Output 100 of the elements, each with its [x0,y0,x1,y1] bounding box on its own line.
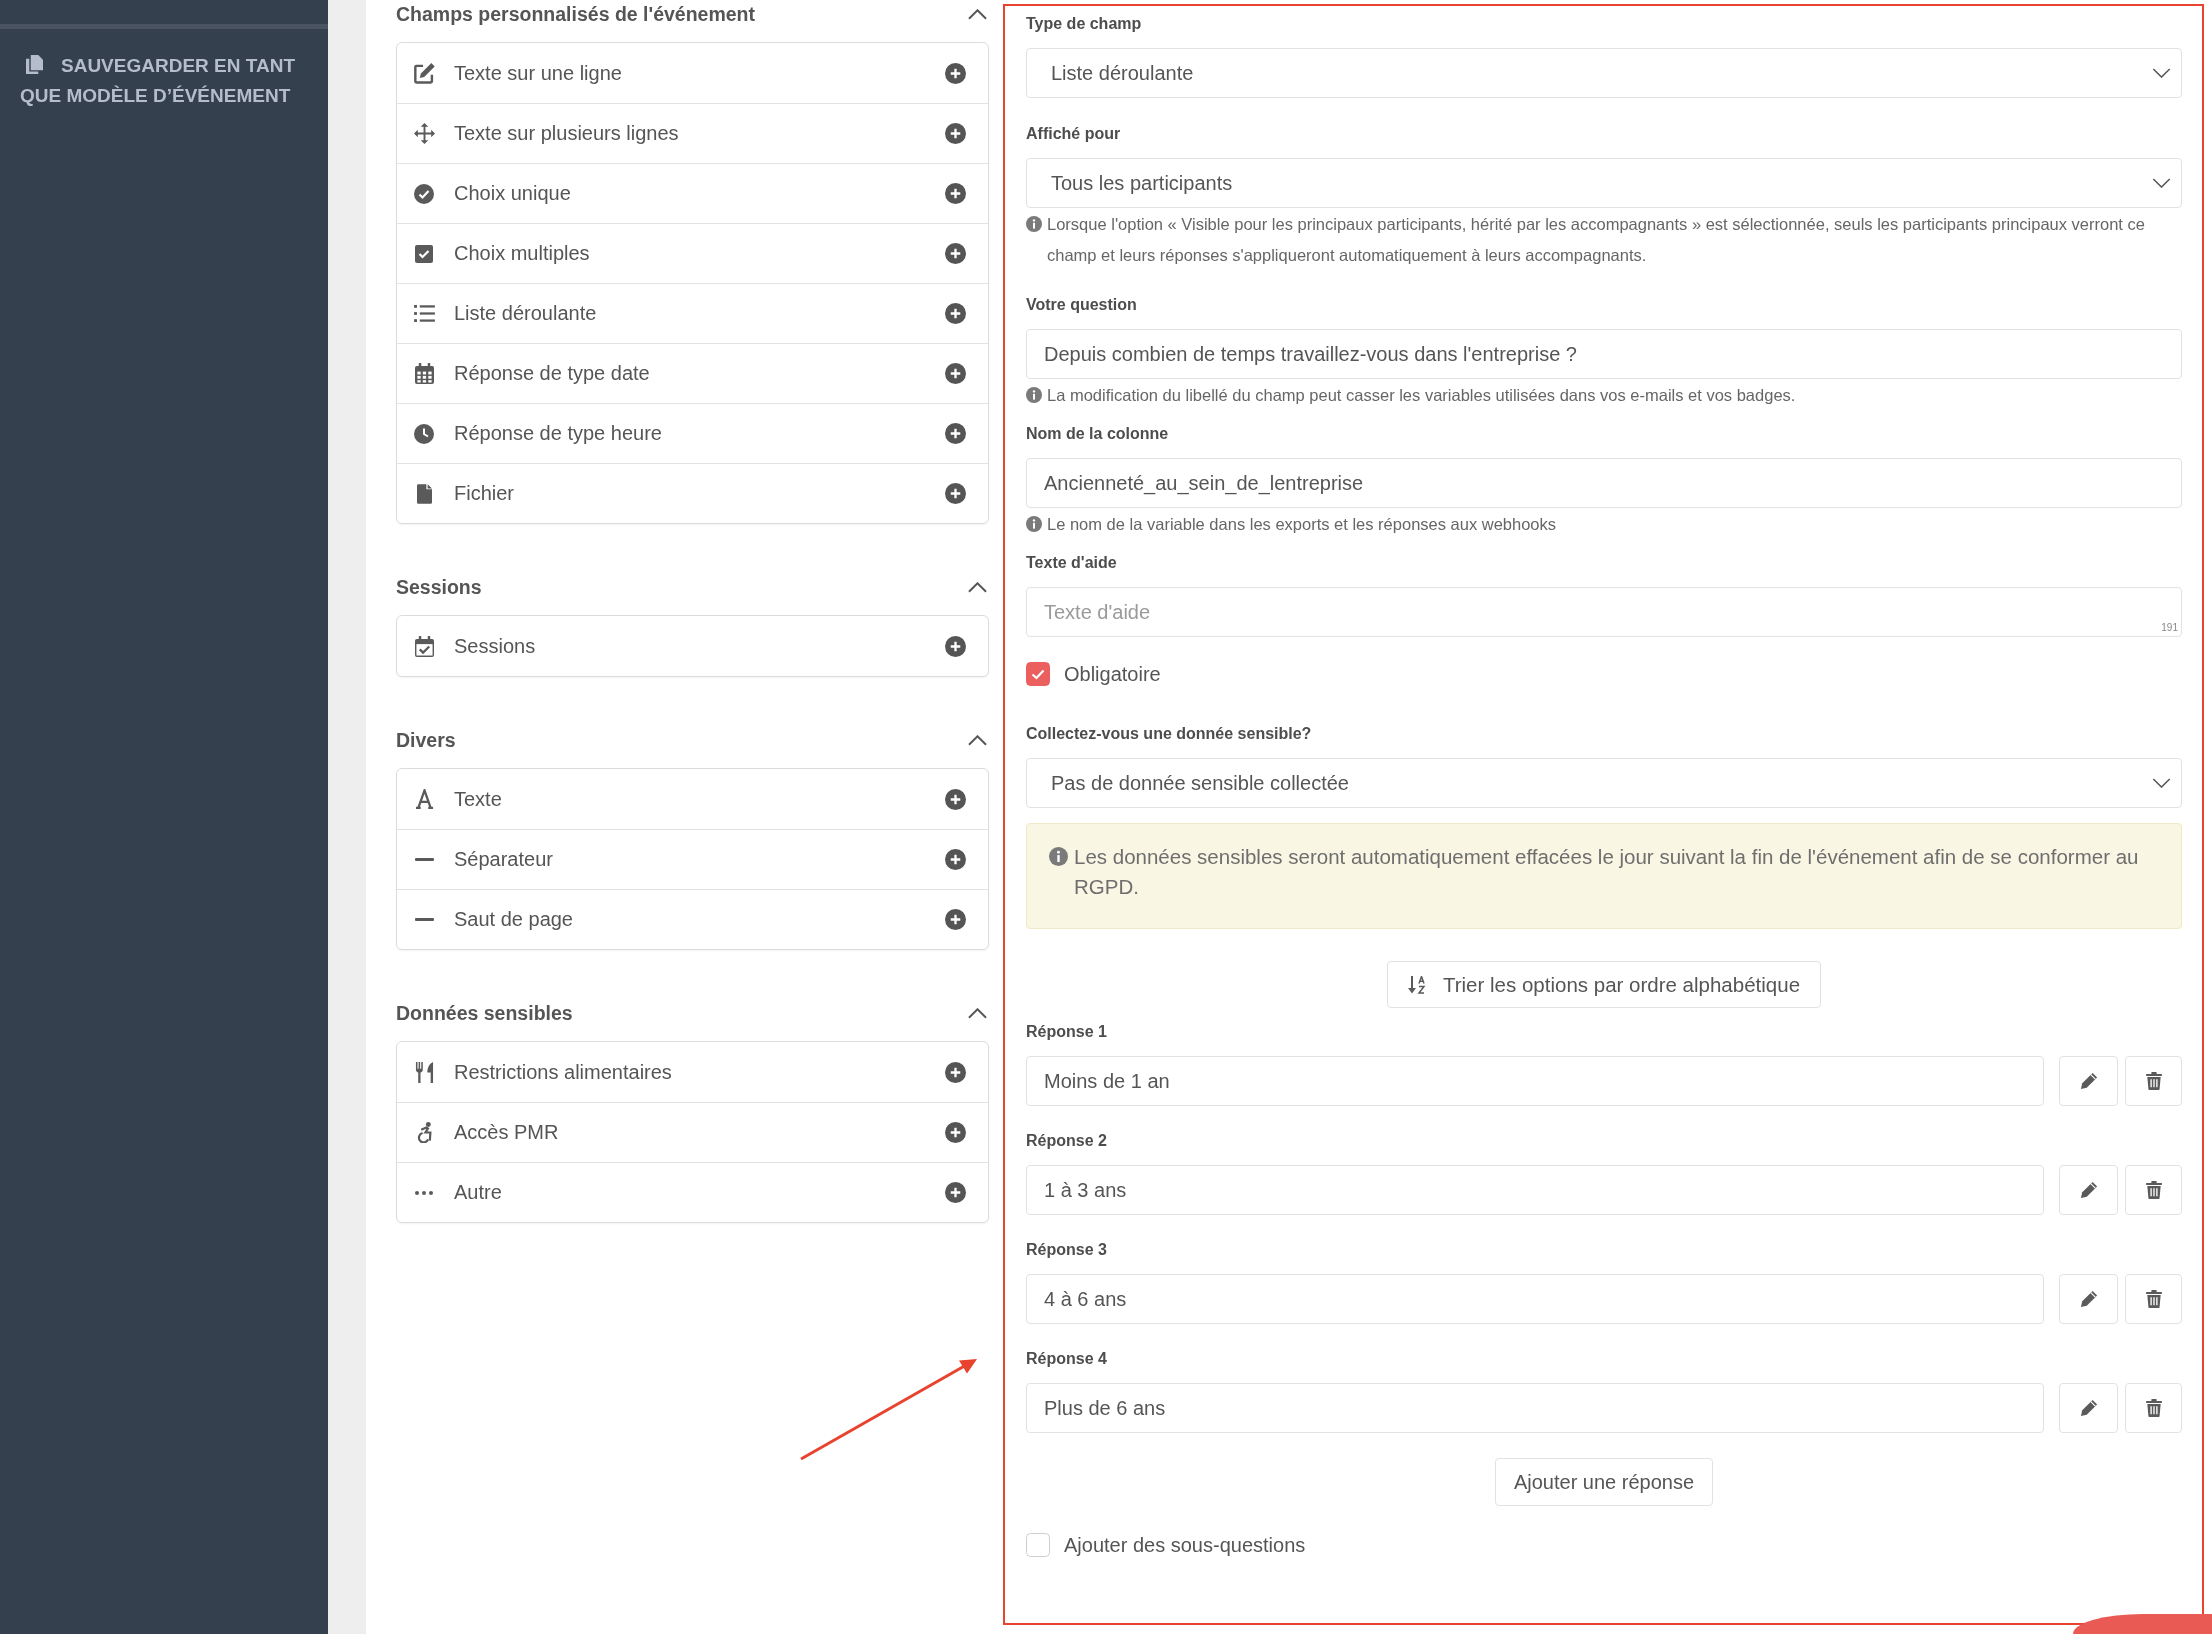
field-type-item[interactable]: Sessions [397,616,988,676]
letter-a-icon [414,789,434,809]
check-square-icon [415,244,433,263]
list-icon [413,305,435,322]
plus-circle-icon [945,1122,966,1143]
save-template-button[interactable]: SAUVEGARDER EN TANT QUE MODÈLE D’ÉVÉNEMENT [0,51,328,111]
field-label: Type de champ [1026,14,1143,34]
checkbox-label: Obligatoire [1064,662,1161,686]
field-label: Réponse 3 [1026,1240,1108,1260]
hint-text: La modification du libellé du champ peut casser les variables utilisées dans vos e-mails et vos badges. [1047,385,1796,406]
field-type-item[interactable]: Réponse de type date [397,343,988,403]
trash-icon [2145,1290,2162,1308]
plus-circle-icon [945,788,966,810]
dropdown[interactable]: Pas de donnée sensible collectée [1026,758,2182,808]
clock-icon [414,423,434,444]
section-header[interactable]: Données sensibles [396,999,989,1027]
fork-knife-icon [414,1061,434,1083]
edit-button[interactable] [2059,1165,2118,1215]
char-counter: 191 [2161,622,2178,633]
field-type-item[interactable]: Saut de page [397,889,988,949]
text-input[interactable]: Plus de 6 ans [1026,1383,2044,1433]
text-input[interactable]: 4 à 6 ans [1026,1274,2044,1324]
pencil-icon [2079,1399,2098,1417]
info-icon [1026,387,1042,403]
field-label: Réponse 2 [1026,1131,1108,1151]
field-label: Collectez-vous une donnée sensible? [1026,724,1313,744]
sort-button[interactable]: Trier les options par ordre alphabétique [1386,961,1822,1008]
field-type-item[interactable]: Fichier [397,463,988,523]
info-icon [1026,516,1042,532]
plus-circle-icon [945,1061,966,1083]
plus-circle-icon [945,423,966,444]
field-type-item[interactable]: Texte sur une ligne [397,43,988,103]
field-type-item[interactable]: Texte [397,769,988,829]
minus-icon [414,918,434,921]
field-type-item[interactable]: Texte sur plusieurs lignes [397,103,988,163]
trash-icon [2145,1181,2162,1199]
section-header[interactable]: Divers [396,726,989,754]
field-label: Votre question [1026,295,1138,315]
info-icon [1049,847,1068,866]
text-input[interactable]: Moins de 1 an [1026,1056,2044,1106]
delete-button[interactable] [2125,1056,2182,1106]
field-type-item[interactable]: Restrictions alimentaires [397,1042,988,1102]
field-type-item[interactable]: Liste déroulante [397,283,988,343]
field-label: Réponse 4 [1026,1349,1108,1369]
minus-icon [414,858,434,861]
file-icon [416,483,432,504]
checkbox[interactable] [1026,662,1050,686]
section-header[interactable]: Sessions [396,573,989,601]
sort-icon [1407,975,1428,994]
hint-text: Le nom de la variable dans les exports et les réponses aux webhooks [1047,514,1557,535]
plus-circle-icon [945,909,966,930]
chevron-down-icon [2152,778,2171,788]
plus-circle-icon [945,123,966,144]
text-input[interactable]: Ancienneté_au_sein_de_lentreprise [1026,458,2182,508]
copy-icon [26,55,43,74]
check-circle-icon [414,183,434,204]
field-type-item[interactable]: Réponse de type heure [397,403,988,463]
section-header[interactable]: Champs personnalisés de l'événement [396,0,989,28]
trash-icon [2145,1072,2162,1090]
plus-circle-icon [945,1182,966,1203]
calendar-check-icon [414,635,434,657]
calendar-icon [414,363,434,384]
field-type-item[interactable]: Choix multiples [397,223,988,283]
field-label: Réponse 1 [1026,1022,1108,1042]
chevron-down-icon [2152,178,2171,188]
pencil-icon [2079,1072,2098,1090]
plus-circle-icon [945,363,966,384]
text-input[interactable]: Depuis combien de temps travaillez-vous dans l'entreprise ? [1026,329,2182,379]
plus-circle-icon [945,849,966,870]
edit-button[interactable] [2059,1056,2118,1106]
field-type-item[interactable]: Accès PMR [397,1102,988,1162]
plus-circle-icon [945,303,966,324]
plus-circle-icon [945,183,966,204]
field-label: Affiché pour [1026,124,1122,144]
move-arrows-icon [413,123,435,144]
edit-icon [413,62,435,84]
chevron-down-icon [2152,68,2171,78]
edit-button[interactable] [2059,1383,2118,1433]
checkbox[interactable] [1026,1533,1050,1557]
plus-circle-icon [945,243,966,264]
pencil-icon [2079,1181,2098,1199]
hint-text: Lorsque l'option « Visible pour les principaux participants, hérité par les accompagnants » est sélectionnée, seuls les participants principaux verront ce champ et leurs réponses s'appliqueront automatiquement à leurs accompagnants. [1047,214,2146,266]
field-label: Nom de la colonne [1026,424,1170,444]
delete-button[interactable] [2125,1165,2182,1215]
dropdown[interactable]: Tous les participants [1026,158,2182,208]
field-type-item[interactable]: Autre [397,1162,988,1222]
notice-text: Les données sensibles seront automatiquement effacées le jour suivant la fin de l'événement afin de se conformer au RGPD. [1074,844,2140,900]
pencil-icon [2079,1290,2098,1308]
dropdown[interactable]: Liste déroulante [1026,48,2182,98]
field-type-item[interactable]: Choix unique [397,163,988,223]
edit-button[interactable] [2059,1274,2118,1324]
text-input[interactable]: 1 à 3 ans [1026,1165,2044,1215]
plus-circle-icon [945,483,966,504]
delete-button[interactable] [2125,1383,2182,1433]
info-icon [1026,216,1042,232]
plus-circle-icon [945,635,966,657]
plus-circle-icon [945,62,966,84]
add-answer-button[interactable]: Ajouter une réponse [1494,1458,1714,1506]
delete-button[interactable] [2125,1274,2182,1324]
field-type-item[interactable]: Séparateur [397,829,988,889]
